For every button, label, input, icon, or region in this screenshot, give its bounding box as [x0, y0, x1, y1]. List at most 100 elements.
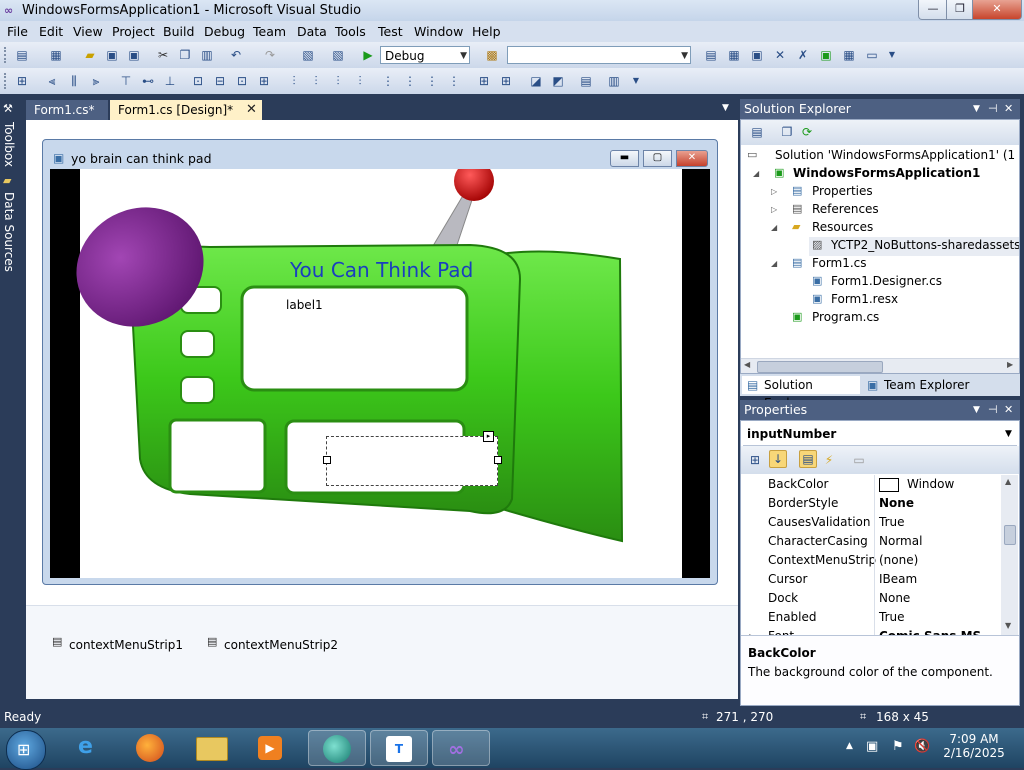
start-debugging-icon[interactable]: ▶ — [360, 47, 376, 63]
new-project-icon[interactable]: ▤ — [14, 47, 30, 63]
tab-form1-code[interactable]: Form1.cs* — [26, 100, 108, 120]
property-row-contextmenustrip[interactable]: ContextMenuStrip (none) — [741, 551, 1003, 570]
horizontal-scrollbar[interactable]: ◀ ▶ — [741, 358, 1019, 373]
bring-to-front-icon[interactable]: ◪ — [528, 73, 544, 89]
tab-form1-design[interactable]: Form1.cs [Design]* — [110, 100, 262, 120]
toolbox-tab[interactable]: Toolbox — [2, 122, 16, 167]
find-combo[interactable]: ▼ — [507, 46, 691, 64]
scrollbar-thumb[interactable] — [1004, 525, 1016, 545]
network-icon[interactable]: ▣ — [866, 739, 878, 754]
form-minimize-button[interactable]: ▬ — [610, 150, 639, 167]
volume-muted-icon[interactable]: 🔇 — [914, 739, 930, 754]
form-client-area[interactable]: You Can Think Pad label1 ▸ — [50, 169, 710, 578]
align-middles-icon[interactable]: ⊷ — [140, 73, 156, 89]
align-to-grid-icon[interactable]: ⊞ — [14, 73, 30, 89]
class-view-icon[interactable]: ✗ — [795, 47, 811, 63]
tree-form1-cs[interactable]: Form1.cs — [812, 256, 867, 270]
make-same-size-icon[interactable]: ⊞ — [256, 73, 272, 89]
horizontal-spacing-icon[interactable]: ⫶ — [286, 73, 302, 89]
expand-arrow-icon[interactable]: ▷ — [771, 187, 777, 196]
tab-order-icon[interactable]: ▤ — [578, 73, 594, 89]
tab-team-explorer[interactable]: ▣ Team Explorer — [862, 376, 982, 394]
show-hidden-icons-icon[interactable]: ▲ — [846, 741, 853, 751]
save-icon[interactable]: ▣ — [104, 47, 120, 63]
events-icon[interactable]: ⚡ — [821, 452, 837, 468]
property-row-causesvalidation[interactable]: CausesValidation True — [741, 513, 1003, 532]
property-row-font[interactable]: ▷FontComic Sans MS, 24pt — [741, 627, 1003, 635]
property-pages-icon[interactable]: ▭ — [851, 452, 867, 468]
collapse-arrow-icon[interactable]: ◢ — [753, 169, 759, 178]
menu-data[interactable]: Data — [297, 24, 327, 39]
show-all-files-icon[interactable]: ❐ — [779, 124, 795, 140]
taskbar-visual-studio[interactable]: ∞ — [432, 730, 490, 766]
property-row-enabled[interactable]: Enabled True — [741, 608, 1003, 627]
toolbar-grip[interactable] — [4, 47, 9, 63]
menu-edit[interactable]: Edit — [39, 24, 63, 39]
maximize-button[interactable]: ❐ — [946, 0, 974, 20]
tree-form1-designer[interactable]: Form1.Designer.cs — [831, 274, 942, 288]
vertical-spacing-icon[interactable]: ⋮ — [380, 73, 396, 89]
label1[interactable]: label1 — [286, 298, 323, 312]
auto-hide-pin-icon[interactable]: ⊣ — [988, 400, 998, 420]
menu-window[interactable]: Window — [414, 24, 463, 39]
tree-resources[interactable]: Resources — [812, 220, 873, 234]
form-close-button[interactable]: ✕ — [676, 150, 708, 167]
add-item-icon[interactable]: ▦ — [48, 47, 64, 63]
close-button[interactable]: ✕ — [972, 0, 1022, 20]
paste-icon[interactable]: ▥ — [199, 47, 215, 63]
categorized-icon[interactable]: ⊞ — [747, 452, 763, 468]
align-lefts-icon[interactable]: ⫷ — [44, 73, 60, 89]
tree-program-cs[interactable]: Program.cs — [812, 310, 879, 324]
menu-project[interactable]: Project — [112, 24, 155, 39]
resize-handle-right[interactable] — [494, 456, 502, 464]
data-sources-tab[interactable]: Data Sources — [2, 192, 16, 272]
make-same-height-icon[interactable]: ⊡ — [234, 73, 250, 89]
taskbar-explorer[interactable] — [182, 730, 240, 766]
smart-tag-icon[interactable]: ▸ — [483, 431, 494, 442]
align-bottoms-icon[interactable]: ⊥ — [162, 73, 178, 89]
increase-horizontal-spacing-icon[interactable]: ⫶ — [308, 73, 324, 89]
menu-test[interactable]: Test — [378, 24, 403, 39]
collapse-arrow-icon[interactable]: ◢ — [771, 223, 777, 232]
tree-form1-resx[interactable]: Form1.resx — [831, 292, 898, 306]
copy-icon[interactable]: ❐ — [177, 47, 193, 63]
properties-window-icon[interactable]: ▦ — [726, 47, 742, 63]
menu-team[interactable]: Team — [253, 24, 286, 39]
taskbar-firefox[interactable] — [122, 730, 180, 766]
scroll-right-icon[interactable]: ▶ — [1007, 360, 1013, 369]
decrease-vertical-spacing-icon[interactable]: ⋮ — [424, 73, 440, 89]
toolbar-grip[interactable] — [4, 73, 9, 89]
property-row-backcolor[interactable]: BackColor Window — [741, 475, 1003, 494]
redo-icon[interactable]: ↷ — [262, 47, 278, 63]
menu-file[interactable]: File — [7, 24, 28, 39]
remove-vertical-spacing-icon[interactable]: ⋮ — [446, 73, 462, 89]
taskbar-clock[interactable]: 7:09 AM 2/16/2025 — [938, 732, 1010, 760]
start-page-icon[interactable]: ▣ — [818, 47, 834, 63]
tree-asset-file[interactable]: YCTP2_NoButtons-sharedassets2.assets — [831, 238, 1019, 252]
menu-tools[interactable]: Tools — [335, 24, 366, 39]
decrease-horizontal-spacing-icon[interactable]: ⫶ — [330, 73, 346, 89]
alphabetical-icon[interactable]: ↓ — [769, 450, 787, 468]
start-button[interactable]: ⊞ — [6, 730, 46, 770]
navigate-forward-icon[interactable]: ▧ — [330, 47, 346, 63]
close-panel-icon[interactable]: ✕ — [1004, 400, 1013, 420]
tab-list-chevron-down-icon[interactable]: ▼ — [722, 103, 729, 113]
properties-icon[interactable]: ▤ — [749, 124, 765, 140]
taskbar-app-teal[interactable] — [308, 730, 366, 766]
taskbar-media-player[interactable]: ▶ — [242, 730, 300, 766]
make-same-width-icon[interactable]: ⊡ — [190, 73, 206, 89]
toolbar-overflow-icon[interactable]: ▼ — [628, 73, 644, 89]
property-row-charactercasing[interactable]: CharacterCasing Normal — [741, 532, 1003, 551]
toolbox-icon[interactable]: ✕ — [772, 47, 788, 63]
align-centers-icon[interactable]: ⫼ — [66, 73, 82, 89]
tray-context-menu-strip-1[interactable]: contextMenuStrip1 — [69, 638, 183, 652]
window-position-chevron-down-icon[interactable]: ▼ — [973, 400, 980, 420]
command-window-icon[interactable]: ▭ — [864, 47, 880, 63]
close-panel-icon[interactable]: ✕ — [1004, 99, 1013, 119]
save-all-icon[interactable]: ▣ — [126, 47, 142, 63]
property-row-cursor[interactable]: Cursor IBeam — [741, 570, 1003, 589]
object-selector[interactable]: inputNumber System.Windows.Forms.TextBox… — [743, 423, 1017, 463]
extension-manager-icon[interactable]: ▦ — [841, 47, 857, 63]
tree-project[interactable]: WindowsFormsApplication1 — [793, 166, 980, 180]
input-number-textbox[interactable] — [323, 436, 502, 486]
